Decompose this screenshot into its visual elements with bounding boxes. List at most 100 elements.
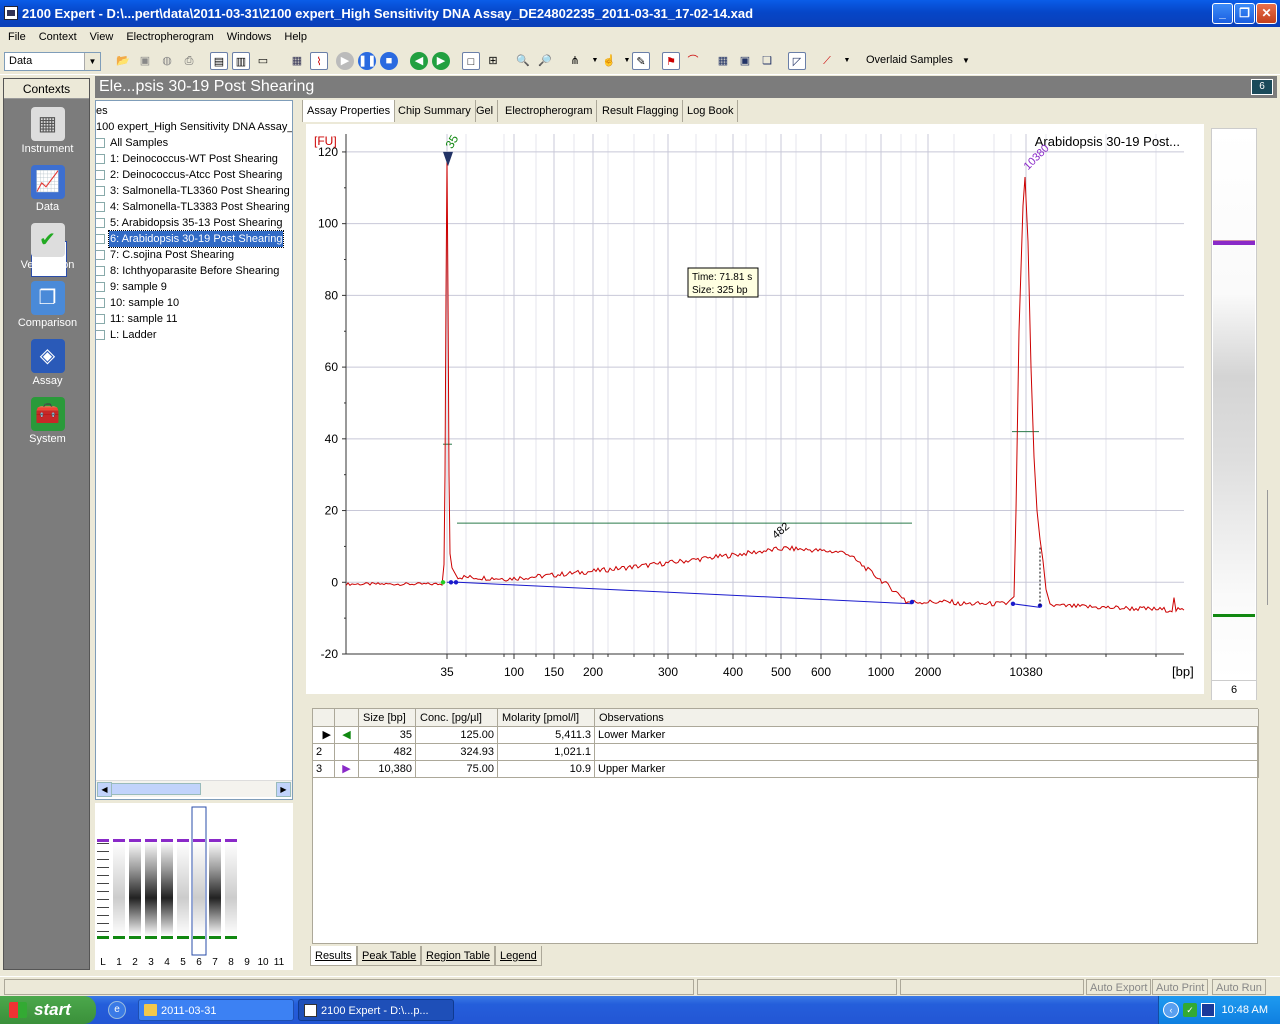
checkbox-icon[interactable] <box>96 234 105 244</box>
list-item[interactable]: 11: sample 11 <box>96 311 292 327</box>
checkbox-icon[interactable] <box>96 138 105 148</box>
checkbox-icon[interactable] <box>96 186 105 196</box>
grid-view-icon[interactable]: ⊞ <box>484 52 502 70</box>
scroll-left-icon[interactable]: ◀ <box>97 782 112 797</box>
view-mode-combo[interactable]: Overlaid Samples ▼ <box>862 52 974 71</box>
export-icon[interactable]: ▣ <box>736 52 754 70</box>
pause-icon[interactable]: ❚❚ <box>358 52 376 70</box>
zoom-in-icon[interactable]: 🔍 <box>514 52 532 70</box>
lanes-icon[interactable]: ▦ <box>288 52 306 70</box>
gel-icon[interactable]: ▭ <box>254 52 272 70</box>
maximize-button[interactable]: ❐ <box>1234 3 1255 24</box>
context-data[interactable]: 📈 Data <box>4 165 91 213</box>
taskbar-2100-expert[interactable]: 2100 Expert - D:\...p... <box>298 999 454 1021</box>
row-2-header[interactable]: 2 <box>313 744 335 761</box>
row-1-header[interactable]: ▶ <box>313 727 335 744</box>
menu-context[interactable]: Context <box>31 27 82 47</box>
context-comparison[interactable]: ❐ Comparison <box>4 281 91 329</box>
list-item[interactable]: 2: Deinococcus-Atcc Post Shearing <box>96 167 292 183</box>
list-item[interactable]: 7: C.sojina Post Shearing <box>96 247 292 263</box>
menu-file[interactable]: File <box>0 27 31 47</box>
menu-windows[interactable]: Windows <box>219 27 277 47</box>
tree-view-icon[interactable]: ▤ <box>210 52 228 70</box>
checkbox-icon[interactable] <box>96 266 105 276</box>
list-item[interactable]: 8: Ichthyoparasite Before Shearing <box>96 263 292 279</box>
peak-table[interactable]: Size [bp] Conc. [pg/µl] Molarity [pmol/l… <box>312 708 1259 944</box>
menu-help[interactable]: Help <box>276 27 312 47</box>
minimize-button[interactable]: _ <box>1212 3 1233 24</box>
stop-icon[interactable]: ■ <box>380 52 398 70</box>
menu-view[interactable]: View <box>82 27 119 47</box>
col-observations[interactable]: Observations <box>595 709 1259 727</box>
chevron-down-icon[interactable]: ▼ <box>84 53 100 70</box>
axis-icon[interactable]: ⟋ <box>818 52 836 70</box>
table-icon[interactable]: ▦ <box>714 52 732 70</box>
tab-peak-table[interactable]: Peak Table <box>357 946 422 966</box>
list-item[interactable]: 4: Salmonella-TL3383 Post Shearing <box>96 199 292 215</box>
checkbox-icon[interactable] <box>96 218 105 228</box>
pointer-hand-icon[interactable]: ☝ <box>600 52 618 70</box>
tree-horizontal-scrollbar[interactable]: ◀ ▶ <box>96 780 292 797</box>
tab-result-flagging[interactable]: Result Flagging <box>598 100 684 122</box>
forward-arrow-icon[interactable]: ▶ <box>432 52 450 70</box>
list-item[interactable]: All Samples <box>96 135 292 151</box>
checkbox-icon[interactable] <box>96 202 105 212</box>
single-view-icon[interactable]: □ <box>462 52 480 70</box>
scroll-thumb[interactable] <box>111 783 201 795</box>
ie-quicklaunch-icon[interactable]: e <box>108 1001 126 1019</box>
checkbox-icon[interactable] <box>96 250 105 260</box>
list-item[interactable]: 3: Salmonella-TL3360 Post Shearing <box>96 183 292 199</box>
pencil-icon[interactable]: ✎ <box>632 52 650 70</box>
menu-electropherogram[interactable]: Electropherogram <box>118 27 218 47</box>
list-item[interactable]: es <box>96 103 292 119</box>
flag-icon[interactable]: ⚑ <box>662 52 680 70</box>
safely-remove-icon[interactable]: ✓ <box>1183 1003 1197 1017</box>
col-conc[interactable]: Conc. [pg/µl] <box>416 709 498 727</box>
checkbox-icon[interactable] <box>96 154 105 164</box>
zoom-out-icon[interactable]: 🔎 <box>536 52 554 70</box>
tab-electropherogram[interactable]: Electropherogram <box>501 100 598 122</box>
open-folder-icon[interactable]: 📂 <box>114 52 132 70</box>
checkbox-icon[interactable] <box>96 282 105 292</box>
chevron-down-icon[interactable]: ▼ <box>958 52 974 69</box>
tab-region-table[interactable]: Region Table <box>421 946 496 966</box>
checkbox-icon[interactable] <box>96 298 105 308</box>
list-item[interactable]: 5: Arabidopsis 35-13 Post Shearing <box>96 215 292 231</box>
start-button[interactable]: start <box>0 996 96 1024</box>
col-molarity[interactable]: Molarity [pmol/l] <box>498 709 595 727</box>
save-icon[interactable]: ▣ <box>136 52 154 70</box>
chart-icon[interactable]: ◸ <box>788 52 806 70</box>
list-item[interactable]: 10: sample 10 <box>96 295 292 311</box>
col-size[interactable]: Size [bp] <box>359 709 416 727</box>
back-arrow-icon[interactable]: ◀ <box>410 52 428 70</box>
list-item[interactable]: 1: Deinococcus-WT Post Shearing <box>96 151 292 167</box>
list-item[interactable]: 6: Arabidopsis 30-19 Post Shearing <box>96 230 292 248</box>
scroll-right-icon[interactable]: ▶ <box>276 782 291 797</box>
tab-gel[interactable]: Gel <box>472 100 499 122</box>
gel-thumbnails[interactable]: L 1 2 3 4 5 6 7 8 9 10 11 <box>95 803 293 970</box>
tab-legend[interactable]: Legend <box>495 946 542 966</box>
tab-chip-summary[interactable]: Chip Summary <box>394 100 476 122</box>
sample-number-icon[interactable]: 6 <box>1251 79 1273 95</box>
right-splitter[interactable] <box>1267 490 1275 605</box>
tray-expand-icon[interactable]: ‹ <box>1163 1002 1179 1018</box>
play-icon[interactable]: ▶ <box>336 52 354 70</box>
curve-icon[interactable]: ⌒ <box>684 52 702 70</box>
context-system[interactable]: 🧰 System <box>4 397 91 445</box>
peak-tool-icon[interactable]: ⋔ <box>566 52 584 70</box>
electropherogram-plot[interactable]: -20 0 20 40 60 80 100 120 35 100 150 200 300 400 500 60… <box>306 124 1204 694</box>
close-button[interactable]: ✕ <box>1256 3 1277 24</box>
tab-log-book[interactable]: Log Book <box>683 100 739 122</box>
checkbox-icon[interactable] <box>96 330 105 340</box>
checkbox-icon[interactable] <box>96 314 105 324</box>
list-item[interactable]: L: Ladder <box>96 327 292 343</box>
network-icon[interactable] <box>1201 1003 1215 1017</box>
context-assay[interactable]: ◈ Assay <box>4 339 91 387</box>
chevron-down-icon[interactable]: ▼ <box>838 52 856 70</box>
taskbar-folder[interactable]: 2011-03-31 <box>138 999 294 1021</box>
tab-assay-properties[interactable]: Assay Properties <box>302 100 396 122</box>
print-preview-icon[interactable]: ◍ <box>158 52 176 70</box>
row-3-header[interactable]: 3 <box>313 761 335 778</box>
table-view-icon[interactable]: ▥ <box>232 52 250 70</box>
list-item[interactable]: 9: sample 9 <box>96 279 292 295</box>
